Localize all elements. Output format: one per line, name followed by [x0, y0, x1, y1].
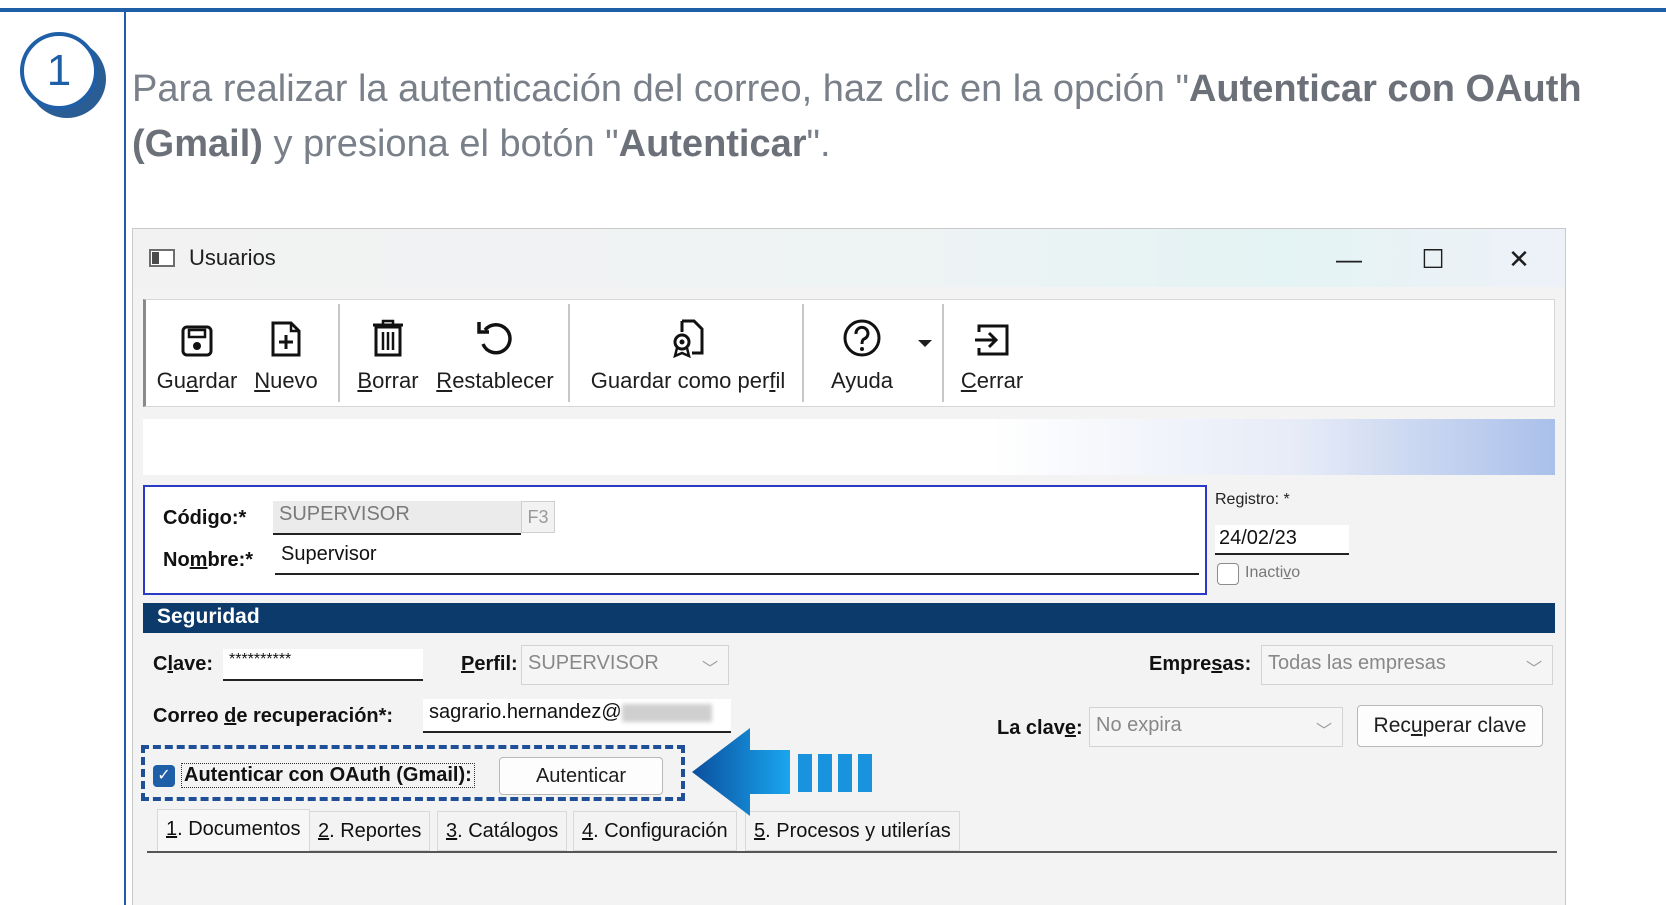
codigo-lookup-button[interactable]: F3: [521, 501, 555, 533]
question-icon: [816, 306, 908, 358]
checkmark-icon: ✓: [157, 767, 171, 784]
save-as-profile-button[interactable]: Guardar como perfil: [582, 306, 794, 402]
left-divider: [124, 12, 126, 905]
registro-date-field[interactable]: 24/02/23: [1215, 525, 1349, 555]
banner-strip: [143, 419, 1555, 475]
inactivo-checkbox[interactable]: [1217, 563, 1239, 585]
instruction-text: Para realizar la autenticación del corre…: [132, 68, 1582, 165]
toolbar-separator: [802, 304, 804, 402]
tab-documentos[interactable]: 1. Documentos: [157, 809, 310, 851]
inactivo-label: Inactivo: [1245, 564, 1301, 581]
chevron-down-icon: ﹀: [1315, 723, 1332, 740]
reset-button[interactable]: Restablecer: [432, 306, 558, 402]
nombre-label: Nombre:*: [163, 549, 254, 571]
window-title: Usuarios: [189, 245, 276, 270]
top-divider: [0, 8, 1666, 12]
codigo-label: Código:*: [163, 507, 247, 529]
toolbar-separator: [568, 304, 570, 402]
pointer-arrow-icon: [692, 728, 872, 816]
minimize-icon: —: [1336, 244, 1362, 274]
tab-reportes[interactable]: 2. Reportes: [309, 811, 431, 851]
trash-icon: [350, 306, 426, 358]
clave-label: Clave:: [153, 653, 214, 675]
empresas-select[interactable]: Todas las empresas ﹀: [1261, 645, 1553, 685]
codigo-field[interactable]: SUPERVISOR: [273, 501, 521, 535]
toolbar-separator: [338, 304, 340, 402]
toolbar: Guardar Nuevo Borrar Restablecer Guardar…: [143, 299, 1555, 407]
close-window-button[interactable]: ✕: [1491, 239, 1547, 279]
tabs-baseline: [147, 851, 1557, 853]
save-icon: [154, 306, 240, 358]
correo-label: Correo de recuperación*:: [153, 705, 394, 727]
close-button[interactable]: Cerrar: [952, 306, 1032, 402]
minimize-button[interactable]: —: [1321, 239, 1377, 279]
title-bar: Usuarios — ☐ ✕: [133, 229, 1565, 287]
help-button[interactable]: Ayuda: [816, 306, 908, 402]
registro-label: Registro: *: [1215, 491, 1290, 508]
step-badge: 1: [18, 30, 106, 118]
chevron-down-icon: ﹀: [1525, 661, 1542, 678]
toolbar-separator: [942, 304, 944, 402]
la-clave-label: La clave:: [997, 717, 1083, 739]
new-button[interactable]: Nuevo: [246, 306, 326, 402]
empresas-label: Empresas:: [1149, 653, 1252, 675]
recover-password-button[interactable]: Recuperar clave: [1357, 705, 1543, 747]
window-app-icon: [149, 249, 175, 267]
help-dropdown-arrow-icon[interactable]: [918, 340, 932, 347]
oauth-checkbox[interactable]: ✓: [153, 765, 175, 787]
exit-icon: [952, 306, 1032, 358]
close-icon: ✕: [1508, 244, 1530, 274]
perfil-select[interactable]: SUPERVISOR ﹀: [521, 645, 729, 685]
password-expiry-select[interactable]: No expira ﹀: [1089, 707, 1343, 747]
save-button[interactable]: Guardar: [154, 306, 240, 402]
maximize-icon: ☐: [1421, 244, 1445, 274]
delete-button[interactable]: Borrar: [350, 306, 426, 402]
recovery-email-field[interactable]: sagrario.hernandez@: [423, 699, 731, 733]
new-document-icon: [246, 306, 326, 358]
user-identity-panel: Código:* SUPERVISOR F3 Nombre:* Supervis…: [143, 485, 1207, 595]
maximize-button[interactable]: ☐: [1405, 239, 1461, 279]
tab-catalogos[interactable]: 3. Catálogos: [437, 811, 568, 851]
instruction-button-name: Autenticar: [618, 123, 807, 165]
chevron-down-icon: ﹀: [701, 661, 718, 678]
oauth-label: Autenticar con OAuth (Gmail):: [181, 763, 475, 788]
security-section-header: Seguridad: [143, 603, 1555, 633]
authenticate-button[interactable]: Autenticar: [499, 757, 663, 795]
step-number: 1: [20, 32, 98, 110]
password-field[interactable]: **********: [223, 649, 423, 681]
certificate-document-icon: [582, 306, 794, 358]
undo-icon: [432, 306, 558, 358]
nombre-field[interactable]: Supervisor: [275, 541, 1199, 575]
perfil-label: Perfil:: [461, 653, 518, 675]
